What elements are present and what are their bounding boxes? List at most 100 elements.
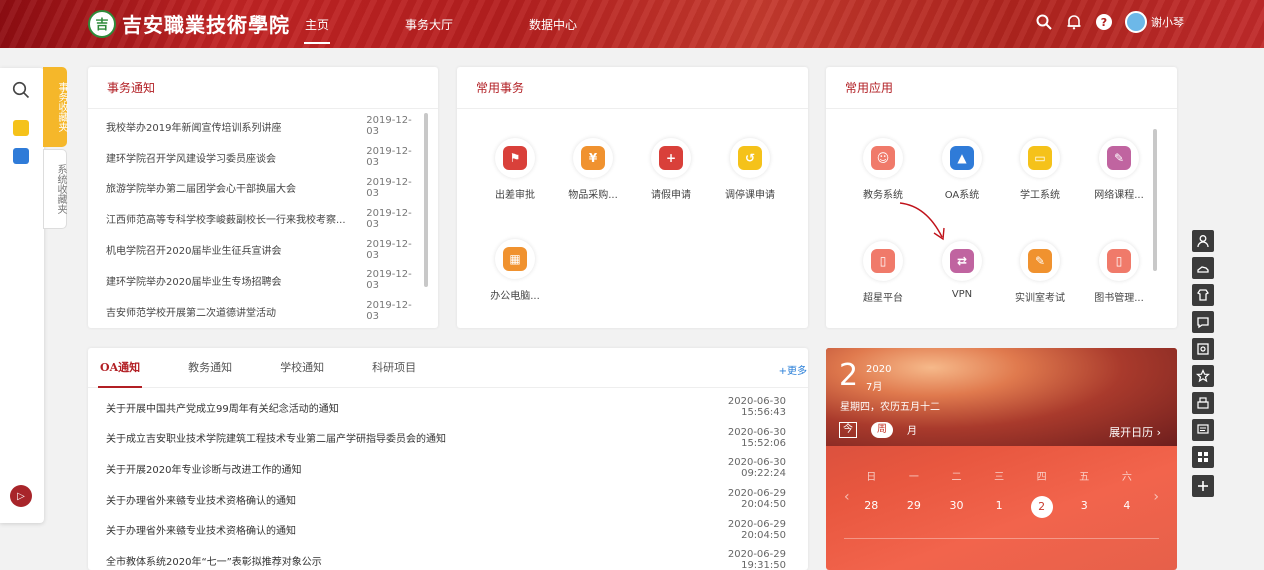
- date-cell-current[interactable]: 2: [1020, 496, 1063, 518]
- weekday-label: 三: [994, 472, 1005, 483]
- list-item[interactable]: 旅游学院举办第二届团学会心干部换届大会 2019-12-03: [88, 173, 424, 204]
- scrollbar[interactable]: [424, 113, 428, 287]
- app-label: 调停课申请: [725, 190, 775, 201]
- star-icon[interactable]: [1192, 365, 1214, 387]
- oa-title[interactable]: 关于开展2020年专业诊断与改进工作的通知: [106, 461, 686, 476]
- tab-academic-notice[interactable]: 教务通知: [188, 359, 232, 387]
- list-item[interactable]: 关于开展2020年专业诊断与改进工作的通知 2020-06-30 09:22:24: [88, 453, 808, 484]
- user-icon[interactable]: [1192, 230, 1214, 252]
- notice-title[interactable]: 建环学院举办2020届毕业生专场招聘会: [106, 273, 350, 288]
- app-office-computer[interactable]: ▦ 办公电脑...: [475, 239, 555, 302]
- app-label: 请假申请: [651, 190, 691, 201]
- nav-home[interactable]: 主页: [290, 0, 344, 48]
- expand-sidebar-icon[interactable]: ▷: [10, 485, 32, 507]
- app-chaoxing[interactable]: ▯ 超星平台: [843, 241, 923, 304]
- tab-system-favorites[interactable]: 系统收藏夹: [43, 149, 67, 229]
- more-link[interactable]: +更多: [779, 362, 807, 377]
- notice-title[interactable]: 旅游学院举办第二届团学会心干部换届大会: [106, 180, 350, 195]
- app-training-exam[interactable]: ✎ 实训室考试: [1000, 241, 1080, 304]
- list-item[interactable]: 吉安师范学校开展第二次道德讲堂活动 2019-12-03: [88, 296, 424, 327]
- notice-title[interactable]: 江西师范高等专科学校李峻薮副校长一行来我校考察...: [106, 211, 350, 226]
- printer-icon[interactable]: [1192, 392, 1214, 414]
- date-cell[interactable]: 28: [850, 496, 893, 516]
- weekday-label: 五: [1079, 472, 1090, 483]
- search-doc-icon[interactable]: [1192, 338, 1214, 360]
- date-cell[interactable]: 4: [1106, 496, 1149, 516]
- calendar-widget: 2 2020 7月 星期四，农历五月十二 今 周 月 展开日历 › 日 一 二 …: [826, 348, 1177, 570]
- tab-oa-notice[interactable]: OA通知: [97, 359, 143, 388]
- notice-date: 2019-12-03: [366, 300, 412, 323]
- date-cell[interactable]: 3: [1063, 496, 1106, 516]
- app-library[interactable]: ▯ 图书管理...: [1079, 241, 1159, 304]
- app-business-trip[interactable]: ⚑ 出差审批: [475, 138, 555, 201]
- favorite-app-icon[interactable]: [13, 120, 29, 136]
- common-tasks-title: 常用事务: [457, 67, 808, 109]
- oa-title[interactable]: 关于开展中国共产党成立99周年有关纪念活动的通知: [106, 400, 686, 415]
- list-item[interactable]: 全市教体系统2020年“七一”表彰拟推荐对象公示 2020-06-29 19:31…: [88, 545, 808, 570]
- grid-apps-icon[interactable]: [1192, 446, 1214, 468]
- list-item[interactable]: 关于办理省外来赣专业技术资格确认的通知 2020-06-29 20:04:50: [88, 484, 808, 515]
- username[interactable]: 谢小琴: [1151, 14, 1184, 30]
- plus-icon[interactable]: [1192, 475, 1214, 497]
- common-apps-title: 常用应用: [826, 67, 1177, 109]
- app-online-course[interactable]: ✎ 网络课程...: [1079, 138, 1159, 201]
- oa-title[interactable]: 关于成立吉安职业技术学院建筑工程技术专业第二届产学研指导委员会的通知: [106, 430, 686, 445]
- date-row: 28 29 30 1 2 3 4: [850, 496, 1150, 518]
- favorite-app-icon[interactable]: [13, 148, 29, 164]
- app-purchase[interactable]: ¥ 物品采购...: [553, 138, 633, 201]
- month-view-button[interactable]: 月: [907, 422, 917, 438]
- list-item[interactable]: 关于办理省外来赣专业技术资格确认的通知 2020-06-29 20:04:50: [88, 514, 808, 545]
- chat-add-icon[interactable]: [1192, 311, 1214, 333]
- list-item[interactable]: 江西师范高等专科学校李峻薮副校长一行来我校考察... 2019-12-03: [88, 203, 424, 234]
- notice-title[interactable]: 吉安师范学校开展第二次道德讲堂活动: [106, 304, 350, 319]
- online-course-icon: ✎: [1107, 146, 1131, 170]
- notice-title[interactable]: 我校举办2019年新闻宣传培训系列讲座: [106, 119, 350, 134]
- oa-title[interactable]: 关于办理省外来赣专业技术资格确认的通知: [106, 522, 686, 537]
- app-student-affairs[interactable]: ▭ 学工系统: [1000, 138, 1080, 201]
- vpn-icon: ⇄: [950, 249, 974, 273]
- list-item[interactable]: 机电学院召开2020届毕业生征兵宣讲会 2019-12-03: [88, 234, 424, 265]
- search-icon[interactable]: [12, 81, 30, 102]
- app-oa-system[interactable]: ▲ OA系统: [922, 138, 1002, 201]
- date-cell[interactable]: 30: [935, 496, 978, 516]
- help-icon[interactable]: ?: [1095, 13, 1113, 31]
- next-week-icon[interactable]: ›: [1153, 489, 1159, 505]
- message-icon[interactable]: [1192, 419, 1214, 441]
- annotation-arrow-icon: [899, 202, 945, 241]
- search-icon[interactable]: [1035, 13, 1053, 31]
- list-item[interactable]: 关于开展中国共产党成立99周年有关纪念活动的通知 2020-06-30 15:56…: [88, 392, 808, 423]
- notice-date: 2019-12-03: [366, 176, 412, 199]
- list-item[interactable]: 建环学院召开学风建设学习委员座谈会 2019-12-03: [88, 142, 424, 173]
- notice-title[interactable]: 机电学院召开2020届毕业生征兵宣讲会: [106, 242, 350, 257]
- weekday-label: 一: [908, 472, 919, 483]
- today-button[interactable]: 今: [839, 422, 857, 438]
- oa-title[interactable]: 关于办理省外来赣专业技术资格确认的通知: [106, 492, 686, 507]
- bell-icon[interactable]: [1065, 13, 1083, 31]
- nav-data-center[interactable]: 数据中心: [514, 0, 592, 48]
- oa-title[interactable]: 全市教体系统2020年“七一”表彰拟推荐对象公示: [106, 553, 686, 568]
- date-cell[interactable]: 1: [978, 496, 1021, 516]
- avatar[interactable]: [1125, 11, 1147, 33]
- app-class-adjust[interactable]: ↺ 调停课申请: [710, 138, 790, 201]
- nav-service-hall[interactable]: 事务大厅: [390, 0, 468, 48]
- list-item[interactable]: 建环学院举办2020届毕业生专场招聘会 2019-12-03: [88, 265, 424, 296]
- app-academic-system[interactable]: ☺ 教务系统: [843, 138, 923, 201]
- prev-week-icon[interactable]: ‹: [844, 489, 850, 505]
- notice-title[interactable]: 建环学院召开学风建设学习委员座谈会: [106, 150, 350, 165]
- shirt-icon[interactable]: [1192, 284, 1214, 306]
- logo[interactable]: 吉 吉安職業技術學院: [88, 9, 290, 38]
- tab-service-favorites[interactable]: 事务收藏夹: [43, 67, 67, 147]
- app-vpn[interactable]: ⇄ VPN: [922, 241, 1002, 300]
- date-cell[interactable]: 29: [893, 496, 936, 516]
- expand-calendar-link[interactable]: 展开日历 ›: [1109, 424, 1161, 440]
- list-item[interactable]: 我校举办2019年新闻宣传培训系列讲座 2019-12-03: [88, 111, 424, 142]
- scrollbar[interactable]: [1153, 129, 1157, 271]
- app-leave-request[interactable]: + 请假申请: [631, 138, 711, 201]
- main-nav: 主页 事务大厅 数据中心: [290, 0, 638, 48]
- tab-school-notice[interactable]: 学校通知: [280, 359, 324, 387]
- week-view-button[interactable]: 周: [871, 422, 893, 438]
- tab-research-project[interactable]: 科研项目: [372, 359, 416, 387]
- hand-icon[interactable]: [1192, 257, 1214, 279]
- list-item[interactable]: 关于成立吉安职业技术学院建筑工程技术专业第二届产学研指导委员会的通知 2020-0…: [88, 423, 808, 454]
- leave-request-icon: +: [659, 146, 683, 170]
